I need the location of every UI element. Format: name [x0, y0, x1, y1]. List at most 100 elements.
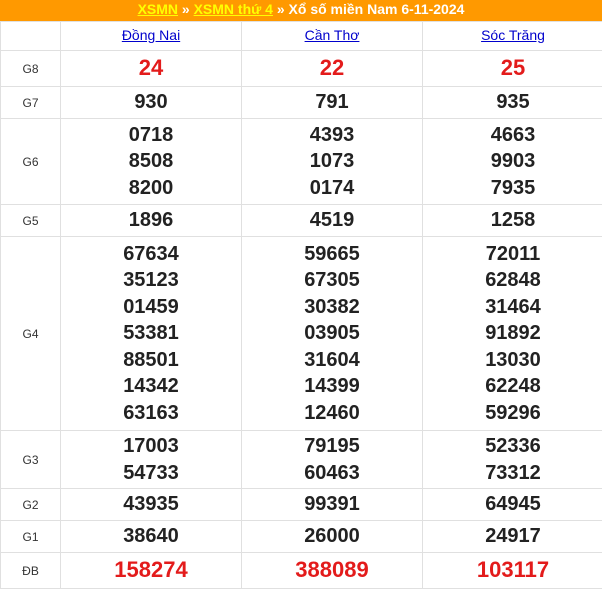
prize-number: 60463	[304, 461, 360, 484]
province-header-row: Đồng Nai Cần Thơ Sóc Trăng	[0, 21, 602, 51]
prize-number: 62848	[485, 269, 541, 292]
prize-number: 35123	[123, 269, 179, 292]
prize-cell: 24917	[422, 520, 602, 553]
prize-number: 7935	[490, 176, 536, 199]
prize-label: G6	[0, 118, 61, 205]
province-link-can-tho[interactable]: Cần Thơ	[305, 27, 360, 43]
province-header: Sóc Trăng	[422, 21, 602, 51]
prize-number: 8508	[128, 150, 174, 173]
prize-number: 791	[315, 91, 349, 114]
prize-number: 88501	[123, 348, 179, 371]
prize-number: 30382	[304, 295, 360, 318]
prize-row: G2 43935 99391 64945	[0, 488, 602, 521]
xsmn-link[interactable]: XSMN	[138, 1, 178, 17]
prize-number: 0718	[128, 123, 174, 146]
province-link-soc-trang[interactable]: Sóc Trăng	[481, 27, 545, 43]
prize-cell: 158274	[60, 552, 242, 589]
prize-cell: 26000	[241, 520, 423, 553]
prize-number: 22	[319, 55, 345, 81]
prize-number: 91892	[485, 322, 541, 345]
breadcrumb-sep: »	[181, 1, 190, 17]
prize-row: ĐB 158274 388089 103117	[0, 552, 602, 589]
prize-cell: 64945	[422, 488, 602, 521]
prize-number: 388089	[295, 557, 369, 583]
results-page: XSMN » XSMN thứ 4 » Xổ số miền Nam 6-11-…	[0, 0, 602, 591]
prize-number: 67305	[304, 269, 360, 292]
prize-label: G3	[0, 430, 61, 489]
prize-number: 4393	[309, 123, 355, 146]
prize-cell: 38640	[60, 520, 242, 553]
prize-number: 158274	[114, 557, 188, 583]
prize-label: G1	[0, 520, 61, 553]
prize-cell: 52336 73312	[422, 430, 602, 489]
prize-number: 54733	[123, 461, 179, 484]
prize-cell: 22	[241, 50, 423, 87]
prize-number: 03905	[304, 322, 360, 345]
prize-cell: 99391	[241, 488, 423, 521]
prize-label: G5	[0, 204, 61, 237]
prize-number: 24917	[485, 525, 541, 548]
province-header: Cần Thơ	[241, 21, 423, 51]
prize-cell: 0718 8508 8200	[60, 118, 242, 205]
prize-number: 1896	[128, 209, 174, 232]
prize-cell: 79195 60463	[241, 430, 423, 489]
prize-number: 8200	[128, 176, 174, 199]
prize-cell: 388089	[241, 552, 423, 589]
prize-cell: 72011 62848 31464 91892 13030 62248 59296	[422, 236, 602, 431]
prize-number: 14342	[123, 375, 179, 398]
prize-cell: 4519	[241, 204, 423, 237]
prize-number: 31464	[485, 295, 541, 318]
prize-label: G7	[0, 86, 61, 119]
prize-number: 935	[496, 91, 530, 114]
prize-number: 31604	[304, 348, 360, 371]
breadcrumb: XSMN » XSMN thứ 4 » Xổ số miền Nam 6-11-…	[0, 0, 602, 21]
page-title: Xổ số miền Nam 6-11-2024	[288, 1, 465, 17]
prize-cell: 103117	[422, 552, 602, 589]
prize-number: 79195	[304, 435, 360, 457]
prize-number: 4519	[309, 209, 355, 232]
prize-number: 43935	[123, 493, 179, 516]
prize-number: 52336	[485, 435, 541, 457]
prize-cell: 1896	[60, 204, 242, 237]
prize-label: G8	[0, 50, 61, 87]
prize-number: 1073	[309, 150, 355, 173]
prize-number: 53381	[123, 322, 179, 345]
prize-number: 72011	[485, 242, 541, 265]
prize-number: 99391	[304, 493, 360, 516]
prize-row: G1 38640 26000 24917	[0, 520, 602, 553]
prize-label: ĐB	[0, 552, 61, 589]
prize-number: 930	[134, 91, 168, 114]
prize-cell: 43935	[60, 488, 242, 521]
prize-number: 62248	[485, 375, 541, 398]
prize-row: G5 1896 4519 1258	[0, 204, 602, 237]
prize-number: 73312	[485, 461, 541, 484]
prize-number: 14399	[304, 375, 360, 398]
prize-label: G2	[0, 488, 61, 521]
xsmn-thu4-link[interactable]: XSMN thứ 4	[194, 1, 273, 17]
prize-number: 103117	[476, 557, 550, 583]
prize-cell: 935	[422, 86, 602, 119]
prize-number: 24	[138, 55, 164, 81]
prize-number: 0174	[309, 176, 355, 199]
prize-cell: 791	[241, 86, 423, 119]
prize-number: 59665	[304, 242, 360, 265]
prize-row: G7 930 791 935	[0, 86, 602, 119]
prize-cell: 25	[422, 50, 602, 87]
prize-number: 63163	[123, 401, 179, 424]
prize-row: G4 67634 35123 01459 53381 88501 14342 63163 596…	[0, 236, 602, 431]
province-header: Đồng Nai	[60, 21, 242, 51]
prize-number: 59296	[485, 401, 541, 424]
prize-cell: 4393 1073 0174	[241, 118, 423, 205]
prize-number: 17003	[123, 435, 179, 457]
prize-label: G4	[0, 236, 61, 431]
prize-row: G8 24 22 25	[0, 50, 602, 87]
prize-cell: 24	[60, 50, 242, 87]
breadcrumb-sep: »	[276, 1, 285, 17]
prize-row: G6 0718 8508 8200 4393 1073 0174 4663 9903 7935	[0, 118, 602, 205]
prize-number: 25	[500, 55, 526, 81]
province-link-dong-nai[interactable]: Đồng Nai	[122, 27, 180, 43]
prize-number: 12460	[304, 401, 360, 424]
prize-cell: 4663 9903 7935	[422, 118, 602, 205]
prize-number: 1258	[490, 209, 536, 232]
prize-number: 67634	[123, 242, 179, 265]
